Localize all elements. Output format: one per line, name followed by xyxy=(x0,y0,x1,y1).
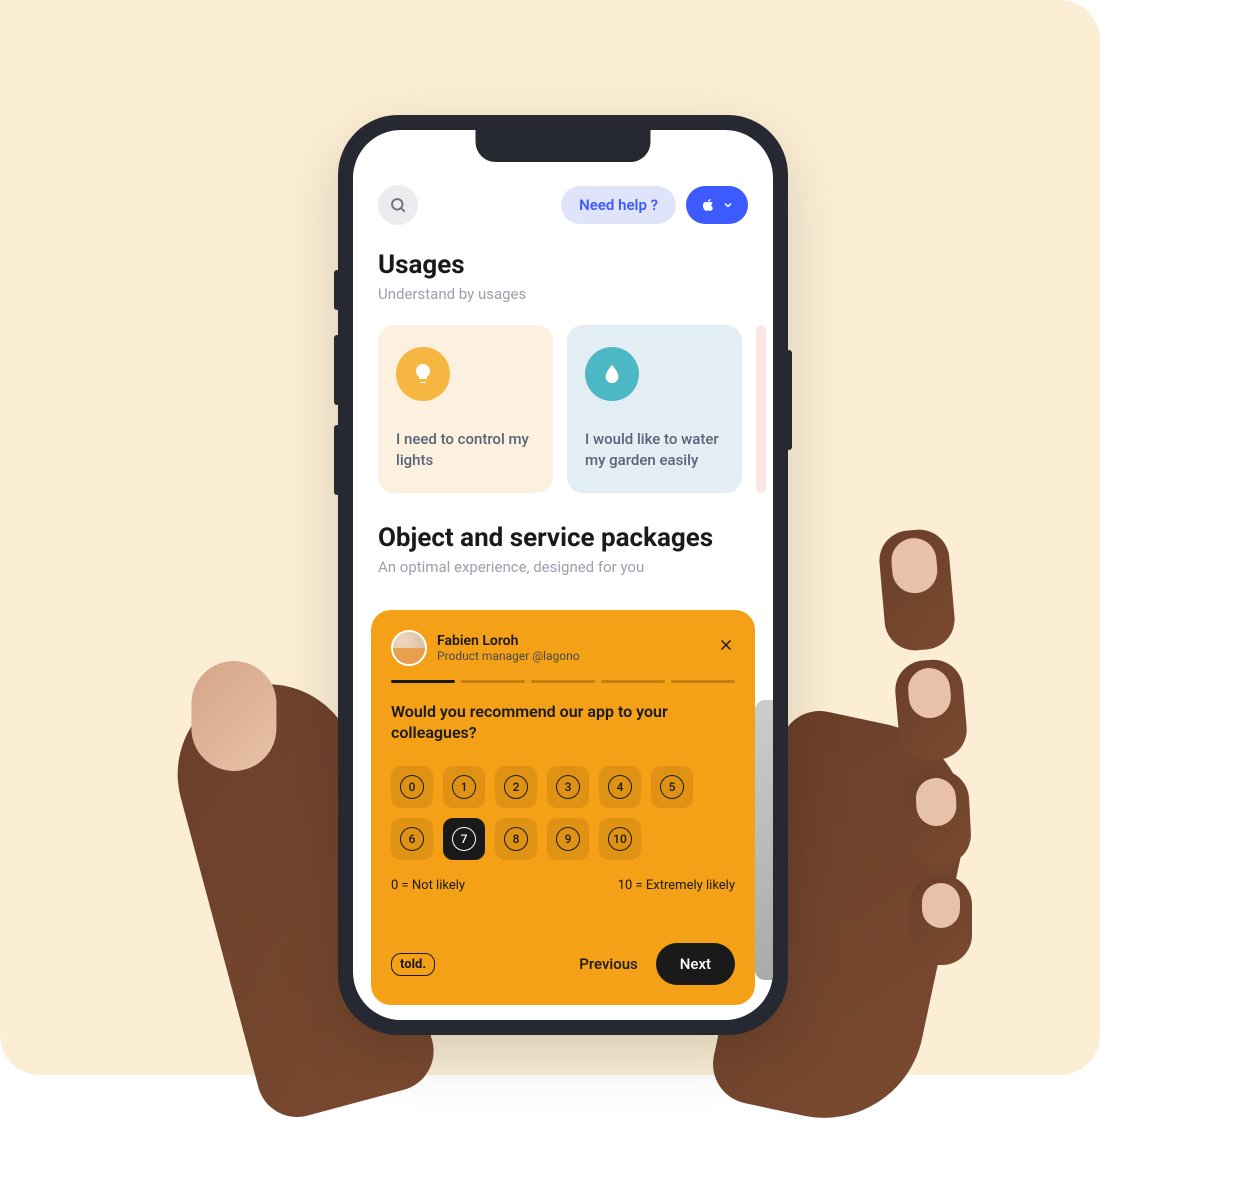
water-drop-icon xyxy=(585,347,639,401)
progress-bar xyxy=(391,680,735,683)
apple-icon xyxy=(700,196,716,214)
package-image-peek xyxy=(755,700,773,980)
nps-value: 0 xyxy=(400,775,424,799)
nps-option-10[interactable]: 10 xyxy=(599,818,641,860)
lightbulb-icon xyxy=(396,347,450,401)
phone-button xyxy=(786,350,792,450)
search-button[interactable] xyxy=(378,185,418,225)
nps-value: 7 xyxy=(452,827,476,851)
next-button[interactable]: Next xyxy=(656,943,735,985)
nps-option-7[interactable]: 7 xyxy=(443,818,485,860)
phone-screen: Need help ? Usages Understand by usages … xyxy=(353,130,773,1020)
help-button[interactable]: Need help ? xyxy=(561,186,676,224)
card-label: I would like to water my garden easily xyxy=(585,429,724,471)
nps-option-4[interactable]: 4 xyxy=(599,766,641,808)
told-badge[interactable]: told. xyxy=(391,953,435,976)
progress-segment xyxy=(671,680,735,683)
usage-card-lights[interactable]: I need to control my lights xyxy=(378,325,553,493)
avatar xyxy=(391,630,427,666)
nps-value: 6 xyxy=(400,827,424,851)
nps-value: 2 xyxy=(504,775,528,799)
phone-button xyxy=(334,335,340,405)
nps-option-2[interactable]: 2 xyxy=(495,766,537,808)
close-icon xyxy=(717,636,735,654)
nps-value: 8 xyxy=(504,827,528,851)
survey-user-name: Fabien Loroh xyxy=(437,633,707,649)
nps-max-label: 10 = Extremely likely xyxy=(618,878,735,893)
usages-title: Usages xyxy=(378,250,748,280)
nps-value: 10 xyxy=(608,827,632,851)
chevron-down-icon xyxy=(722,199,734,211)
nps-option-9[interactable]: 9 xyxy=(547,818,589,860)
nps-value: 5 xyxy=(660,775,684,799)
nps-option-1[interactable]: 1 xyxy=(443,766,485,808)
survey-question: Would you recommend our app to your coll… xyxy=(391,701,735,744)
hand-illustration xyxy=(910,875,972,965)
nps-value: 9 xyxy=(556,827,580,851)
nps-option-8[interactable]: 8 xyxy=(495,818,537,860)
nps-value: 4 xyxy=(608,775,632,799)
phone-button xyxy=(334,270,340,310)
close-button[interactable] xyxy=(717,635,735,660)
card-label: I need to control my lights xyxy=(396,429,535,471)
progress-segment xyxy=(461,680,525,683)
previous-button[interactable]: Previous xyxy=(579,955,638,973)
platform-selector[interactable] xyxy=(686,186,748,224)
progress-segment xyxy=(601,680,665,683)
nps-option-5[interactable]: 5 xyxy=(651,766,693,808)
progress-segment xyxy=(531,680,595,683)
survey-user-role: Product manager @lagono xyxy=(437,649,707,663)
nps-min-label: 0 = Not likely xyxy=(391,878,465,893)
nps-value: 1 xyxy=(452,775,476,799)
progress-segment xyxy=(391,680,455,683)
nps-option-3[interactable]: 3 xyxy=(547,766,589,808)
nps-value: 3 xyxy=(556,775,580,799)
search-icon xyxy=(389,196,407,214)
survey-modal: Fabien Loroh Product manager @lagono Wou… xyxy=(371,610,755,1005)
usage-card-peek[interactable] xyxy=(756,325,766,493)
usages-subtitle: Understand by usages xyxy=(378,285,748,303)
hand-illustration xyxy=(877,527,957,653)
hand-illustration xyxy=(893,657,969,763)
phone-notch xyxy=(476,130,651,162)
packages-subtitle: An optimal experience, designed for you xyxy=(378,558,748,576)
nps-option-0[interactable]: 0 xyxy=(391,766,433,808)
usage-card-garden[interactable]: I would like to water my garden easily xyxy=(567,325,742,493)
phone-frame: Need help ? Usages Understand by usages … xyxy=(338,115,788,1035)
nps-options: 0 1 2 3 4 5 6 7 8 9 10 xyxy=(391,766,735,860)
phone-button xyxy=(334,425,340,495)
packages-title: Object and service packages xyxy=(378,523,748,553)
top-bar: Need help ? xyxy=(378,185,748,225)
usage-cards: I need to control my lights I would like… xyxy=(378,325,748,493)
hand-illustration xyxy=(903,768,973,866)
nps-option-6[interactable]: 6 xyxy=(391,818,433,860)
